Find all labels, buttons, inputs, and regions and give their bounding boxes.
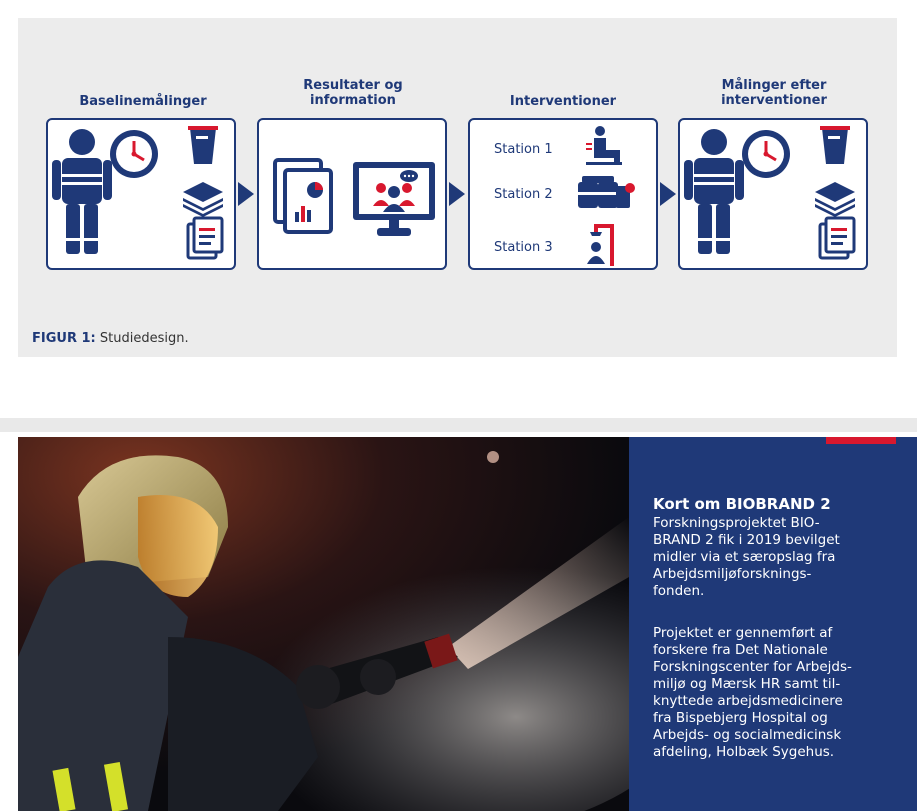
baseline-icons — [52, 126, 224, 260]
results-icons — [273, 158, 435, 236]
cup-icon — [820, 126, 850, 164]
info-title: Kort om BIOBRAND 2 — [653, 495, 831, 513]
section-divider — [0, 418, 917, 432]
intervention-icons — [578, 126, 635, 266]
report-icon — [273, 158, 333, 234]
clock-icon — [110, 130, 158, 178]
presentation-screen-icon — [353, 162, 435, 236]
stage-box-results — [257, 118, 447, 270]
arrow-icon — [660, 182, 676, 206]
figure-panel: Baselinemålinger Resultater og informati… — [18, 18, 897, 357]
figure-caption: FIGUR 1: Studiedesign. — [32, 331, 189, 346]
stage-title-interventions: Interventioner — [509, 94, 617, 109]
firefighter-icon — [684, 129, 744, 254]
layers-icon — [815, 182, 855, 217]
info-box: Kort om BIOBRAND 2 Forskningsprojektet B… — [629, 437, 917, 811]
stage-box-after — [678, 118, 868, 270]
stage-title-baseline: Baselinemålinger — [79, 94, 207, 109]
person-seated-icon — [586, 126, 622, 165]
firefighter-icon — [52, 129, 112, 254]
documents-icon — [186, 216, 224, 260]
caption-text: Studiedesign. — [95, 331, 189, 346]
stage-title-after: Målinger efter interventioner — [721, 78, 827, 108]
layers-icon — [183, 182, 223, 217]
clock-icon — [742, 130, 790, 178]
red-accent-tab — [826, 437, 896, 444]
firefighter-photo — [18, 437, 629, 811]
cup-icon — [188, 126, 218, 164]
firefighter-illustration — [18, 437, 629, 811]
info-paragraph-2: Projektet er gennemført af forskere fra … — [653, 625, 852, 760]
gear-clothing-icon — [578, 176, 635, 208]
arrow-icon — [238, 182, 254, 206]
stage-box-interventions: Station 1 Station 2 Station 3 — [468, 118, 658, 270]
caption-label: FIGUR 1: — [32, 331, 96, 346]
info-paragraph-1: Forskningsprojektet BIO- BRAND 2 fik i 2… — [653, 515, 840, 599]
shower-icon — [587, 224, 614, 266]
stage-box-baseline — [46, 118, 236, 270]
arrow-icon — [449, 182, 465, 206]
documents-icon — [818, 216, 856, 260]
stage-title-results: Resultater og information — [303, 78, 403, 108]
after-icons — [684, 126, 856, 260]
